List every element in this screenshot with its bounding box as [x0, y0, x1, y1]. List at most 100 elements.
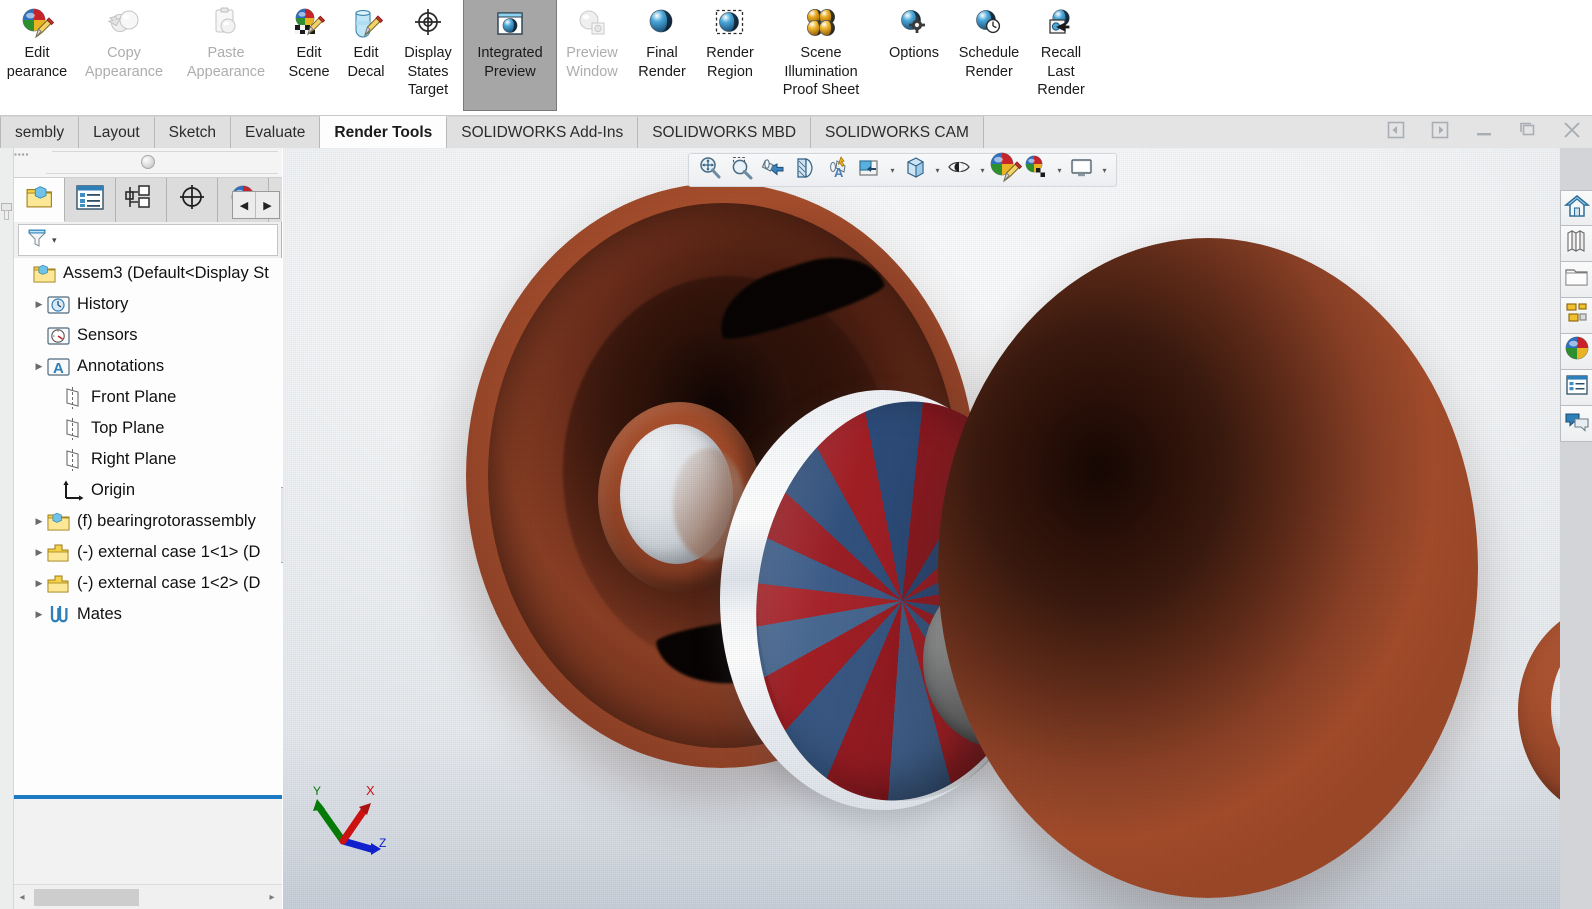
ribbon-button-scene-illumination-proof-sheet[interactable]: Scene Illumination Proof Sheet: [764, 0, 878, 100]
tree-node[interactable]: ▶ (-) external case 1<2> (D: [14, 568, 282, 599]
ribbon-button-label: Options: [889, 45, 939, 61]
manager-tab-prev[interactable]: ◀: [233, 192, 256, 218]
filter-dropdown-caret[interactable]: ▾: [52, 235, 57, 246]
tree-node[interactable]: Top Plane: [14, 413, 282, 444]
ribbon-button-label: Integrated Preview: [477, 45, 543, 80]
ribbon-toolbar: Edit pearance Copy Appearance Paste Appear…: [0, 0, 1592, 116]
manager-tab-row: ◀ ▶: [14, 178, 282, 222]
hud-view-settings-caret[interactable]: ▾: [977, 166, 988, 175]
task-pane-custom-properties[interactable]: [1560, 370, 1592, 406]
ribbon-button-label: Edit pearance: [6, 45, 68, 80]
tree-node[interactable]: Front Plane: [14, 382, 282, 413]
tree-filter-box[interactable]: ▾: [18, 224, 278, 256]
ribbon-button-final-render[interactable]: Final Render: [628, 0, 696, 81]
hud-section-view-button[interactable]: [791, 156, 821, 184]
manager-tab-feature-manager[interactable]: [14, 178, 65, 222]
tree-node[interactable]: ▶ (-) external case 1<1> (D: [14, 537, 282, 568]
ribbon-button-schedule-render[interactable]: Schedule Render: [950, 0, 1028, 81]
ribbon-button-recall-last-render[interactable]: Recall Last Render: [1028, 0, 1094, 100]
task-pane-design-library[interactable]: [1560, 226, 1592, 262]
scroll-thumb[interactable]: [34, 888, 139, 906]
ribbon-button-edit-appearance[interactable]: Edit pearance: [0, 0, 74, 81]
ribbon-button-display-states-target[interactable]: Display States Target: [392, 0, 464, 100]
expand-arrow-icon[interactable]: ▶: [32, 599, 46, 630]
tree-node[interactable]: ▶ History: [14, 289, 282, 320]
ribbon-button-edit-scene[interactable]: Edit Scene: [278, 0, 340, 81]
hud-zoom-to-area-button[interactable]: [727, 156, 757, 184]
hud-display-style-caret[interactable]: ▾: [887, 166, 898, 175]
prev-doc-button[interactable]: [1384, 120, 1408, 144]
ribbon-button-options[interactable]: Options: [878, 0, 950, 63]
tab-render-tools[interactable]: Render Tools: [320, 116, 448, 148]
zoom-area-icon: [729, 155, 755, 186]
scroll-right-arrow[interactable]: ▸: [264, 892, 280, 903]
tree-node[interactable]: Sensors: [14, 320, 282, 351]
task-pane-solidworks-resources[interactable]: [1560, 190, 1592, 226]
hud-view-setting-screen-caret[interactable]: ▾: [1099, 166, 1110, 175]
hud-hide-show-items-button[interactable]: [900, 156, 930, 184]
tree-node-label: (-) external case 1<1> (D: [77, 543, 261, 561]
tree-node-label: Top Plane: [91, 419, 165, 437]
tree-node[interactable]: Right Plane: [14, 444, 282, 475]
ribbon-button-render-region[interactable]: Render Region: [696, 0, 764, 81]
hud-display-style-button[interactable]: [855, 156, 885, 184]
manager-tab-configuration-manager[interactable]: [116, 178, 167, 222]
hud-scene-backgrounds-button[interactable]: [1022, 155, 1052, 184]
tab-layout[interactable]: Layout: [79, 116, 155, 148]
ribbon-button-label: Paste Appearance: [186, 45, 266, 80]
expand-arrow-icon[interactable]: ▶: [32, 537, 46, 568]
checker-sphere-pencil-icon: [292, 4, 326, 44]
hud-view-settings-button[interactable]: [945, 156, 975, 184]
task-pane-solidworks-forum[interactable]: [1560, 406, 1592, 442]
tree-node[interactable]: Origin: [14, 475, 282, 506]
tab-evaluate[interactable]: Evaluate: [231, 116, 321, 148]
close-button[interactable]: [1560, 120, 1584, 144]
manager-tab-nav[interactable]: ◀ ▶: [232, 191, 280, 219]
expand-arrow-icon[interactable]: ▶: [32, 568, 46, 599]
two-spheres-copy-icon: [107, 4, 141, 44]
expand-arrow-icon: [46, 382, 60, 413]
tree-node-label: Mates: [77, 605, 122, 623]
expand-arrow-icon[interactable]: ▶: [32, 506, 46, 537]
hud-view-setting-screen-button[interactable]: [1067, 156, 1097, 184]
tab-solidworks-cam[interactable]: SOLIDWORKS CAM: [811, 116, 984, 148]
tree-horizontal-scrollbar[interactable]: ◂ ▸: [14, 884, 282, 909]
ribbon-button-integrated-preview[interactable]: Integrated Preview: [463, 0, 557, 111]
tab-sketch[interactable]: Sketch: [154, 116, 232, 148]
graphics-viewport[interactable]: A ▾ ▾ ▾ ▾ ▾ Z Y X: [283, 148, 1592, 909]
minimize-button[interactable]: [1472, 120, 1496, 144]
hide-show-cube-icon: [902, 155, 928, 186]
tab-solidworks-add-ins[interactable]: SOLIDWORKS Add-Ins: [447, 116, 639, 148]
four-gold-spheres-icon: [804, 4, 838, 44]
heads-up-view-toolbar[interactable]: A ▾ ▾ ▾ ▾ ▾: [688, 152, 1117, 187]
panel-pin-knob[interactable]: [141, 155, 155, 169]
manager-tab-next[interactable]: ▶: [256, 192, 279, 218]
tree-node[interactable]: ▶ A Annotations: [14, 351, 282, 382]
manager-tab-dimxpert-manager[interactable]: [167, 178, 218, 222]
restore-button[interactable]: [1516, 120, 1540, 144]
panel-title-handle[interactable]: ▪▪▪▪: [14, 148, 282, 178]
tree-node[interactable]: Assem3 (Default<Display St: [14, 258, 282, 289]
feature-tree[interactable]: Assem3 (Default<Display St ▶ History Sensor…: [14, 258, 282, 799]
hud-view-orientation-button[interactable]: A: [823, 155, 853, 184]
hud-hide-show-items-caret[interactable]: ▾: [932, 166, 943, 175]
hud-previous-view-button[interactable]: [759, 156, 789, 184]
expand-arrow-icon[interactable]: ▶: [32, 351, 46, 382]
task-pane-file-explorer[interactable]: [1560, 262, 1592, 298]
next-doc-button[interactable]: [1428, 120, 1452, 144]
tree-node[interactable]: ▶ Mates: [14, 599, 282, 630]
tab-solidworks-mbd[interactable]: SOLIDWORKS MBD: [638, 116, 812, 148]
rendered-assembly-model[interactable]: [283, 148, 1592, 909]
scroll-left-arrow[interactable]: ◂: [14, 892, 30, 903]
hud-apply-scene-button[interactable]: [990, 152, 1023, 184]
ribbon-button-label: Copy Appearance: [84, 45, 164, 80]
manager-tab-property-manager[interactable]: [65, 178, 116, 222]
task-pane-appearances-scenes[interactable]: [1560, 334, 1592, 370]
hud-zoom-to-fit-button[interactable]: [695, 156, 725, 184]
tab-sembly[interactable]: sembly: [0, 116, 80, 148]
task-pane-view-palette[interactable]: [1560, 298, 1592, 334]
tree-node[interactable]: ▶ (f) bearingrotorassembly: [14, 506, 282, 537]
expand-arrow-icon[interactable]: ▶: [32, 289, 46, 320]
hud-scene-backgrounds-caret[interactable]: ▾: [1054, 166, 1065, 175]
ribbon-button-edit-decal[interactable]: Edit Decal: [340, 0, 392, 81]
